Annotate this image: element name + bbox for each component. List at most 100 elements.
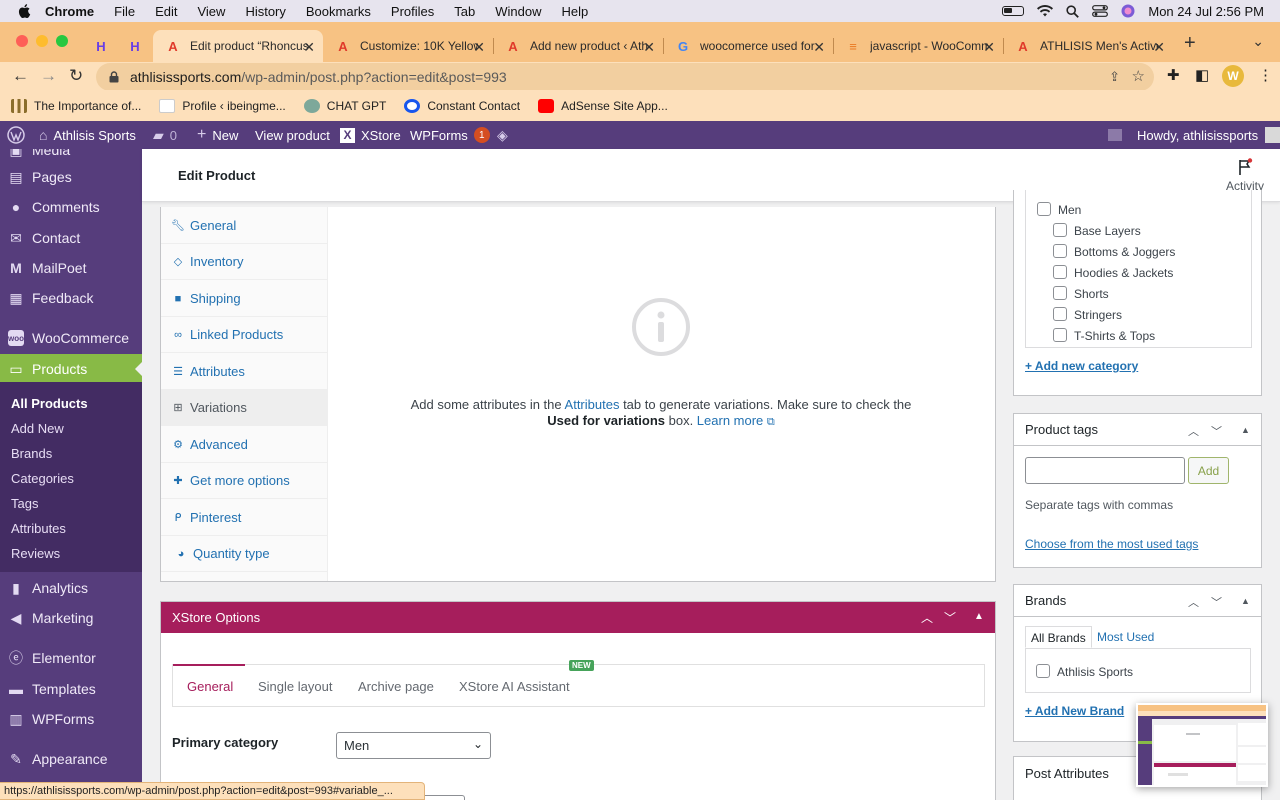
close-tab-icon[interactable]: ✕ <box>1153 39 1165 56</box>
menu-bar-clock[interactable]: Mon 24 Jul 2:56 PM <box>1148 4 1264 19</box>
tab-general[interactable]: 🔧︎ General <box>161 208 327 244</box>
tab-quantity-type[interactable]: ◕ Quantity type <box>161 536 327 572</box>
close-tab-icon[interactable]: ✕ <box>983 39 995 56</box>
menu-edit[interactable]: Edit <box>155 4 177 19</box>
bookmark-adsense[interactable]: AdSense Site App... <box>538 98 668 113</box>
sidebar-item-templates[interactable]: ▬ Templates <box>0 674 142 704</box>
tab-linked-products[interactable]: ∞ Linked Products <box>161 317 327 353</box>
window-zoom-button[interactable] <box>56 35 68 47</box>
move-up-chevron-icon[interactable]: ︿ <box>921 609 933 626</box>
sidebar-item-mailpoet[interactable]: M MailPoet <box>0 253 142 283</box>
tab-inventory[interactable]: ◇ Inventory <box>161 244 327 280</box>
brand-checkbox-athlisis[interactable] <box>1036 664 1050 678</box>
sidebar-item-elementor[interactable]: ⓔ Elementor <box>0 643 142 673</box>
move-up-chevron-icon[interactable]: ︿ <box>1188 594 1199 610</box>
tab-customize[interactable]: A Customize: 10K Yellow ✕ <box>323 30 493 62</box>
tab-variations[interactable]: ⊞ Variations <box>161 390 327 426</box>
tab-search-chevron-icon[interactable]: ⌄ <box>1252 33 1264 50</box>
category-checkbox-tshirts-tops[interactable] <box>1053 328 1067 342</box>
xstore-tab-ai-assistant[interactable]: XStore AI Assistant <box>459 679 570 694</box>
close-tab-icon[interactable]: ✕ <box>813 39 825 56</box>
bookmark-constant-contact[interactable]: Constant Contact <box>404 98 520 113</box>
menu-app-name[interactable]: Chrome <box>45 4 94 19</box>
extensions-puzzle-icon[interactable]: ✚ <box>1167 66 1180 84</box>
spotlight-search-icon[interactable] <box>1066 4 1080 18</box>
close-tab-icon[interactable]: ✕ <box>473 39 485 56</box>
window-close-button[interactable] <box>16 35 28 47</box>
sidebar-item-marketing[interactable]: ◀ Marketing <box>0 603 142 633</box>
screenshot-thumbnail[interactable] <box>1136 703 1268 787</box>
tab-stackoverflow[interactable]: ≡ javascript - WooComm ✕ <box>833 30 1003 62</box>
pinned-tab-1[interactable]: H <box>86 30 116 62</box>
move-down-chevron-icon[interactable]: ﹀ <box>1211 423 1222 439</box>
my-account-menu[interactable]: Howdy, athlisissports <box>1137 121 1280 149</box>
sidebar-item-products[interactable]: ▭ Products <box>0 354 142 384</box>
side-panel-icon[interactable]: ◧ <box>1195 66 1209 84</box>
wpforms-menu[interactable]: WPForms 1 <box>410 121 490 149</box>
add-new-brand-link[interactable]: + Add New Brand <box>1025 704 1124 718</box>
move-up-chevron-icon[interactable]: ︿ <box>1188 423 1199 439</box>
menu-profiles[interactable]: Profiles <box>391 4 434 19</box>
wifi-icon[interactable] <box>1037 5 1054 17</box>
collapse-triangle-icon[interactable]: ▲ <box>1241 425 1250 435</box>
menu-bookmarks[interactable]: Bookmarks <box>306 4 371 19</box>
bookmark-chatgpt[interactable]: CHAT GPT <box>303 98 386 113</box>
tab-most-used-brands[interactable]: Most Used <box>1092 626 1159 648</box>
category-checkbox-bottoms-joggers[interactable] <box>1053 244 1067 258</box>
bookmark-star-icon[interactable]: ☆ <box>1132 67 1145 85</box>
menu-help[interactable]: Help <box>562 4 589 19</box>
submenu-brands[interactable]: Brands <box>11 446 52 461</box>
menu-file[interactable]: File <box>114 4 135 19</box>
submenu-attributes[interactable]: Attributes <box>11 521 66 536</box>
tab-advanced[interactable]: ⚙ Advanced <box>161 427 327 463</box>
xstore-tab-single-layout[interactable]: Single layout <box>258 679 332 694</box>
tab-google-search[interactable]: G woocomerce used for ✕ <box>663 30 833 62</box>
pinned-tab-2[interactable]: H <box>120 30 150 62</box>
menu-window[interactable]: Window <box>495 4 541 19</box>
category-checkbox-hoodies-jackets[interactable] <box>1053 265 1067 279</box>
tab-all-brands[interactable]: All Brands <box>1025 626 1092 648</box>
xstore-options-header[interactable]: XStore Options ︿ ﹀ ▲ <box>161 602 995 633</box>
forward-arrow-icon[interactable]: → <box>40 66 57 86</box>
tab-add-new-product[interactable]: A Add new product ‹ Ath ✕ <box>493 30 663 62</box>
add-tag-button[interactable]: Add <box>1188 457 1229 484</box>
tab-get-more-options[interactable]: ✚ Get more options <box>161 463 327 499</box>
lock-icon[interactable] <box>108 71 120 83</box>
menu-tab[interactable]: Tab <box>454 4 475 19</box>
comments-menu[interactable]: ▰ 0 <box>153 121 177 149</box>
sidebar-item-wpforms[interactable]: ▥ WPForms <box>0 704 142 734</box>
menu-history[interactable]: History <box>245 4 285 19</box>
xstore-tab-archive-page[interactable]: Archive page <box>358 679 434 694</box>
profile-avatar-icon[interactable]: W <box>1222 65 1244 87</box>
sidebar-item-woocommerce[interactable]: woo WooCommerce <box>0 323 142 353</box>
xstore-menu[interactable]: X XStore <box>340 121 401 149</box>
add-new-category-link[interactable]: + Add new category <box>1025 359 1138 373</box>
collapse-triangle-icon[interactable]: ▲ <box>1241 596 1250 606</box>
primary-category-select[interactable]: Men ⌄ <box>336 732 491 759</box>
sidebar-item-analytics[interactable]: ▮ Analytics <box>0 573 142 603</box>
product-tags-header[interactable]: Product tags ︿ ﹀ ▲ <box>1014 414 1261 446</box>
submenu-add-new[interactable]: Add New <box>11 421 64 436</box>
notification-menu[interactable] <box>1108 121 1128 149</box>
collapse-triangle-icon[interactable]: ▲ <box>974 611 984 622</box>
sidebar-item-comments[interactable]: ● Comments <box>0 192 142 222</box>
sidebar-item-pages[interactable]: ▤ Pages <box>0 162 142 192</box>
tab-attributes[interactable]: ☰ Attributes <box>161 354 327 390</box>
siri-icon[interactable] <box>1121 4 1135 18</box>
control-center-icon[interactable] <box>1092 5 1109 17</box>
close-tab-icon[interactable]: ✕ <box>303 39 315 56</box>
category-checkbox-stringers[interactable] <box>1053 307 1067 321</box>
attributes-tab-link[interactable]: Attributes <box>565 397 620 412</box>
new-tab-plus-icon[interactable]: + <box>1184 32 1196 55</box>
submenu-reviews[interactable]: Reviews <box>11 546 60 561</box>
brands-header[interactable]: Brands ︿ ﹀ ▲ <box>1014 585 1261 617</box>
diamond-menu[interactable]: ◈ <box>497 121 514 149</box>
bookmark-importance[interactable]: The Importance of... <box>11 98 141 113</box>
tab-athlisis-product[interactable]: A ATHLISIS Men's Active ✕ <box>1003 30 1173 62</box>
wp-logo-menu[interactable] <box>7 121 25 149</box>
back-arrow-icon[interactable]: ← <box>12 66 29 86</box>
tab-pinterest[interactable]: ᑭ Pinterest <box>161 500 327 536</box>
tab-edit-product[interactable]: A Edit product “Rhoncus ✕ <box>153 30 323 62</box>
window-minimize-button[interactable] <box>36 35 48 47</box>
menu-view[interactable]: View <box>197 4 225 19</box>
